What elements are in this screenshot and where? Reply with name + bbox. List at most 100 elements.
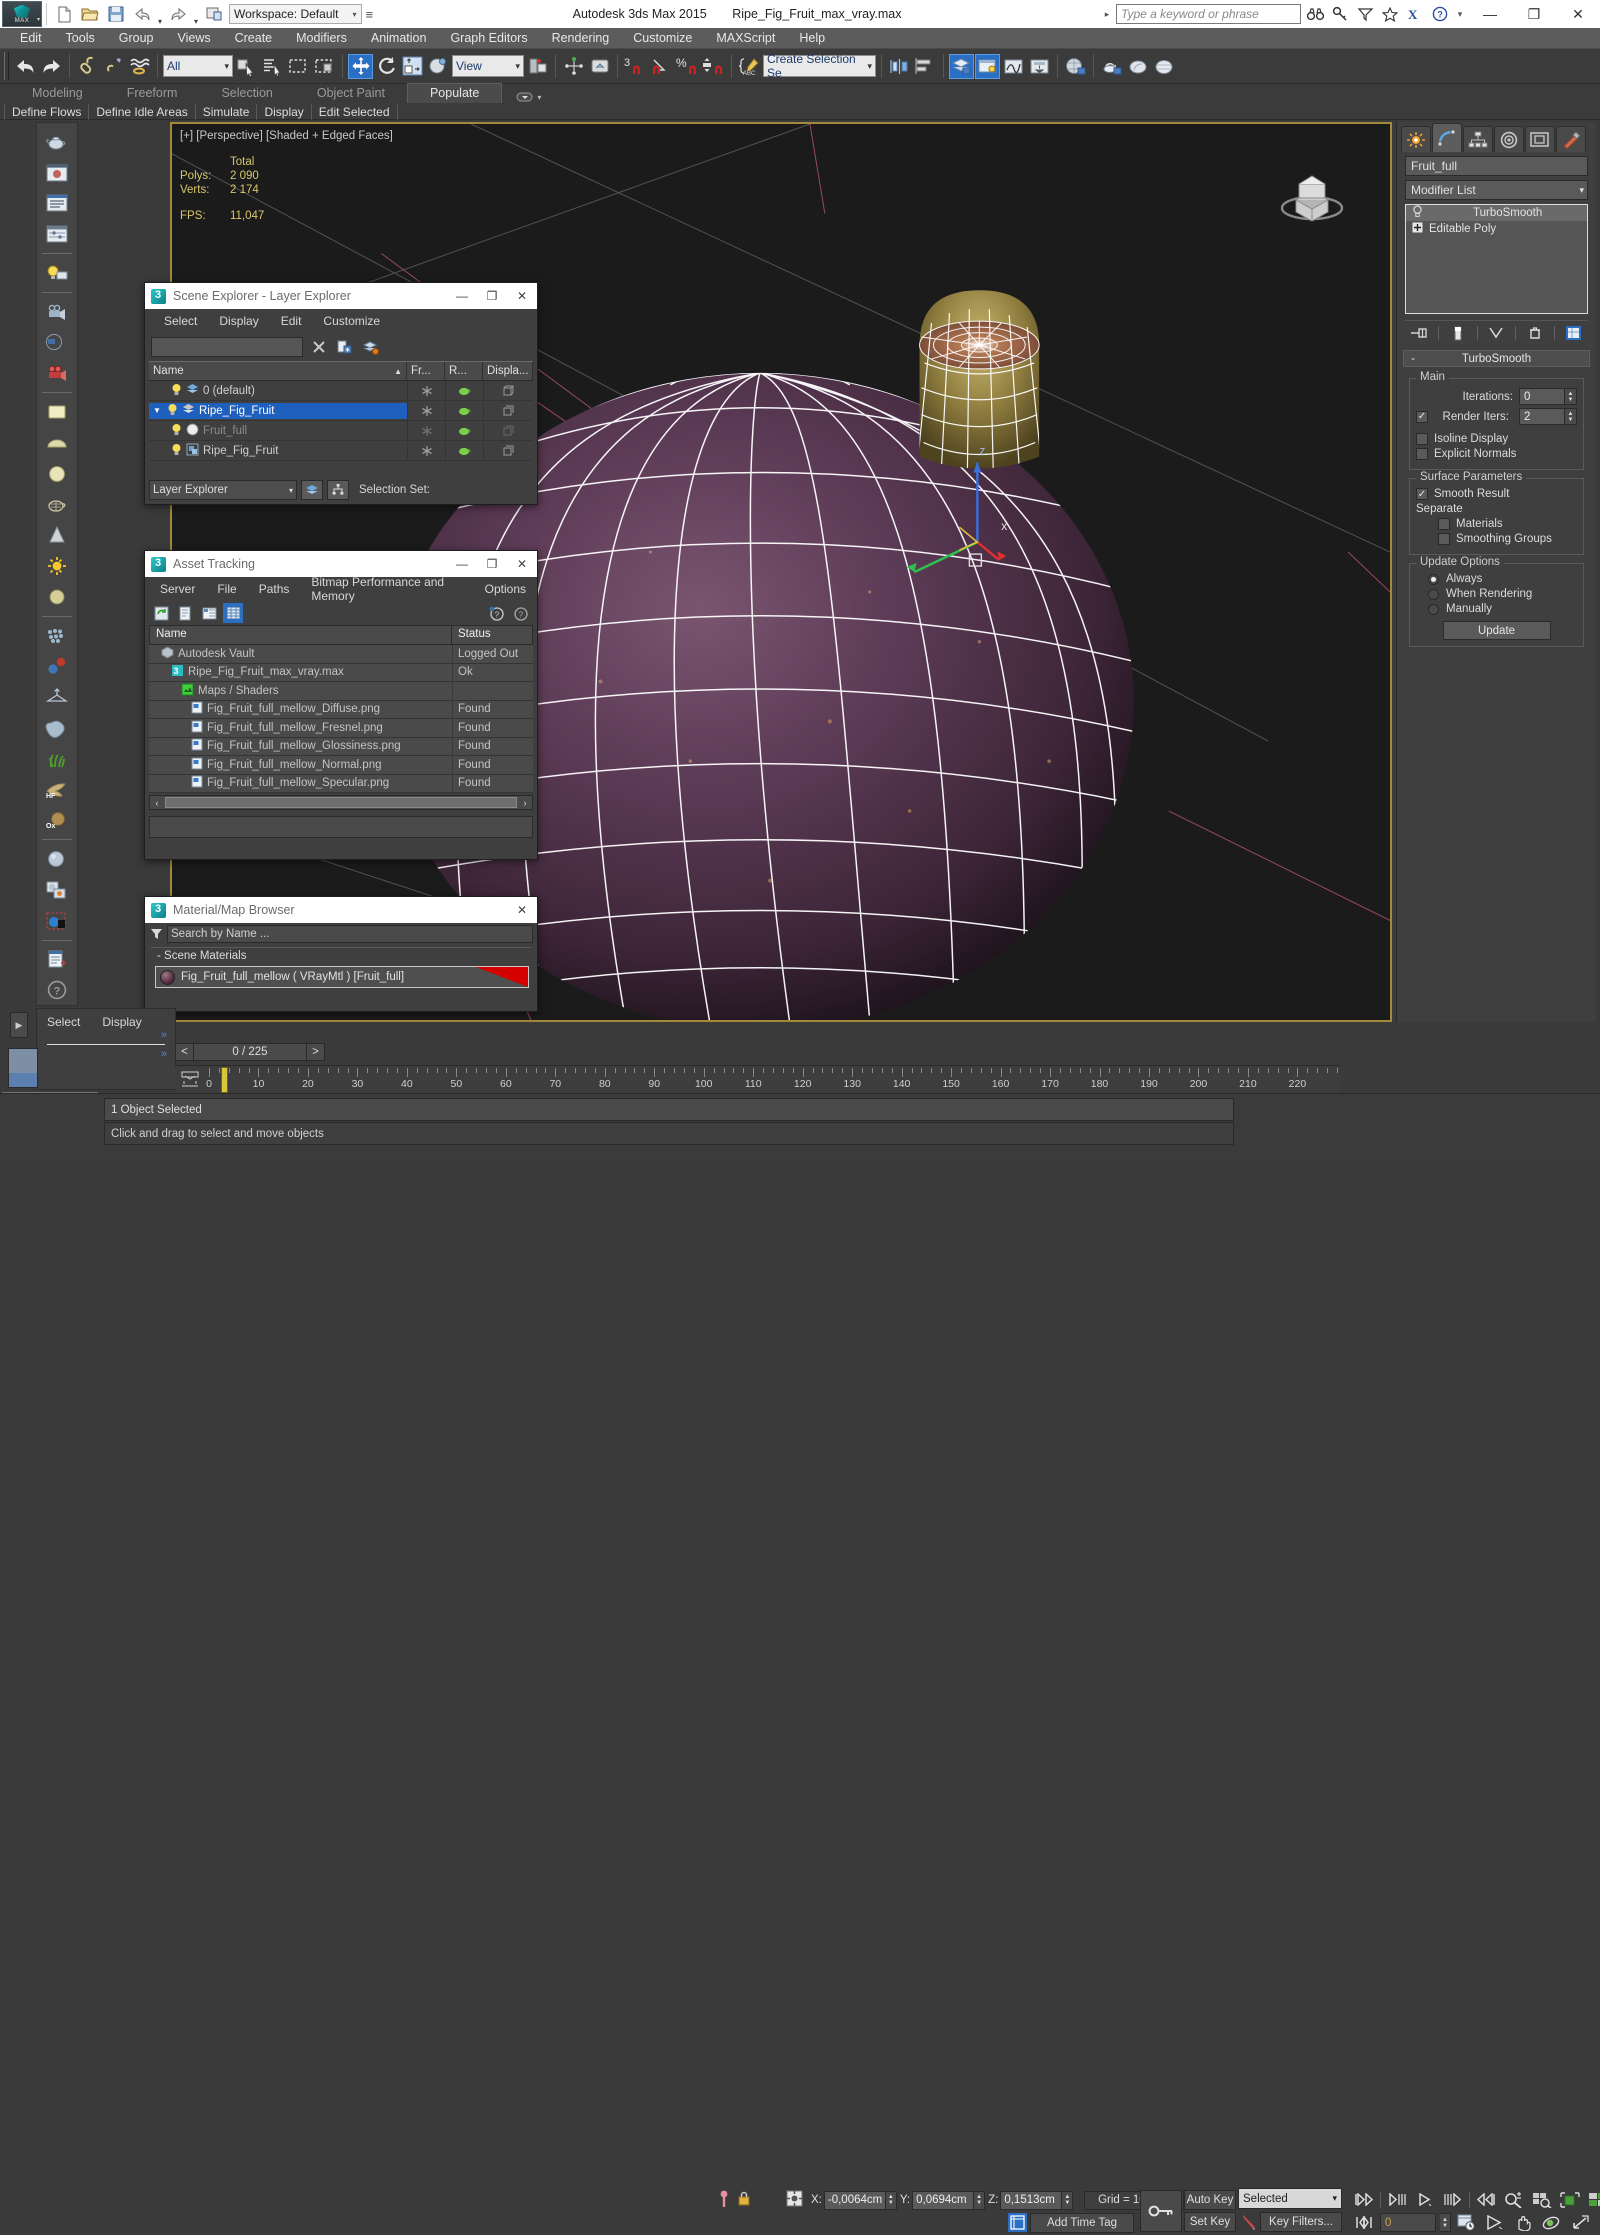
collapse-icon[interactable]: - [1404,353,1422,365]
material-search-input[interactable]: Search by Name ... [167,925,533,943]
column-render[interactable]: R... [445,362,483,380]
edit-selected-button[interactable]: Edit Selected [312,103,398,120]
curve-editor-icon[interactable] [1001,54,1026,79]
layer-explorer-icon[interactable] [949,53,974,79]
x-coordinate-field[interactable]: X: -0,0064cm ▲ ▼ [811,2190,897,2210]
time-configuration-icon[interactable] [1455,2213,1479,2232]
save-file-icon[interactable] [103,2,129,26]
mirror-icon[interactable] [887,54,912,79]
noise-blob-icon[interactable] [42,713,72,743]
key-mode-toggle-icon[interactable] [1352,2213,1376,2232]
timeline-ruler[interactable]: 0 10 20 30 40 50 60 70 80 90 100 110 120 130 140 150 160… [206,1066,1340,1094]
set-key-mode-toggle[interactable] [1140,2190,1182,2232]
maxscript-mini-listener[interactable] [8,1048,38,1088]
at-menu-bitmap-performance[interactable]: Bitmap Performance and Memory [300,575,473,603]
modifier-list-combo[interactable]: Modifier List ▾ [1405,180,1588,200]
at-menu-paths[interactable]: Paths [248,582,301,596]
render-cell[interactable] [445,400,483,421]
define-idle-areas-button[interactable]: Define Idle Areas [89,103,196,120]
maximize-viewport-toggle-icon[interactable] [1567,2213,1591,2232]
plane-primitive-icon[interactable] [42,397,72,427]
display-button[interactable]: Display [257,103,312,120]
y-value[interactable]: 0,0694cm [912,2190,975,2210]
sun-light-icon[interactable] [42,551,72,581]
asset-row-glossiness[interactable]: Fig_Fruit_full_mellow_Glossiness.png Fou… [149,737,533,756]
frame-navigation[interactable]: < 0 / 225 > [175,1043,325,1061]
camera-match-icon[interactable] [42,328,72,358]
material-map-browser-dialog[interactable]: Material/Map Browser ✕ Search by Name ..… [144,896,538,1012]
particle-array-icon[interactable] [42,621,72,651]
angle-snap-toggle-icon[interactable] [649,54,674,79]
new-file-icon[interactable] [51,2,77,26]
undo-scene-icon[interactable] [13,54,38,79]
display-cell[interactable] [483,380,533,401]
refresh-icon[interactable] [151,603,171,623]
sub-menu-select[interactable]: Select [47,1015,80,1029]
asset-tracking-close[interactable]: ✕ [507,552,537,576]
se-menu-edit[interactable]: Edit [270,314,313,328]
freeze-cell[interactable] [407,400,445,421]
freeze-cell[interactable] [407,380,445,401]
prev-frame-button[interactable]: < [176,1044,194,1060]
define-flows-button[interactable]: Define Flows [4,103,90,120]
list-view-icon[interactable] [175,603,195,623]
render-production-icon[interactable] [1151,54,1176,79]
smooth-result-row[interactable]: ✓ Smooth Result [1416,488,1577,500]
bind-to-space-warp-icon[interactable] [127,54,152,79]
freeze-cell[interactable] [407,420,445,441]
snap-3-toggle-icon[interactable]: 3 [623,54,648,79]
update-manually-radio[interactable] [1428,603,1439,615]
explicit-normals-row[interactable]: Explicit Normals [1416,448,1577,460]
configure-sets-icon[interactable] [1563,324,1585,342]
render-preview-icon[interactable] [42,158,72,188]
column-display[interactable]: Displa... [483,362,533,380]
lightbulb-icon[interactable] [171,383,182,399]
tree-view-icon[interactable] [199,603,219,623]
display-cell[interactable] [483,400,533,421]
column-freeze[interactable]: Fr... [407,362,445,380]
tab-display[interactable] [1525,126,1555,152]
add-time-tag-button[interactable]: Add Time Tag [1030,2213,1134,2233]
workspace-selector[interactable]: Workspace: Default ▾ [229,4,362,24]
close-button[interactable]: ✕ [1556,1,1600,27]
spinner-arrows[interactable]: ▲ ▼ [1565,388,1577,405]
go-to-end-icon[interactable] [1474,2190,1498,2209]
asset-row-fresnel[interactable]: Fig_Fruit_full_mellow_Fresnel.png Found [149,719,533,738]
lightbulb-icon[interactable] [1412,205,1423,221]
update-always-row[interactable]: Always [1416,573,1577,585]
smooth-result-checkbox[interactable]: ✓ [1416,488,1428,500]
redo-scene-icon[interactable] [39,54,64,79]
se-menu-customize[interactable]: Customize [312,314,391,328]
select-and-manipulate-icon[interactable] [561,54,586,79]
scene-explorer-row-default[interactable]: 0 (default) [149,380,533,401]
physical-camera-icon[interactable] [42,358,72,388]
modifier-stack-item-editable-poly[interactable]: Editable Poly [1406,221,1587,237]
expand-collapse-icon[interactable]: ▼ [153,406,163,415]
scene-materials-group[interactable]: - Scene Materials [151,948,531,964]
view-cube[interactable] [1274,156,1350,224]
menu-item-graph-editors[interactable]: Graph Editors [438,28,539,49]
spinner-arrows[interactable]: ▲ ▼ [1565,408,1577,425]
favorites-star-icon[interactable] [1379,3,1401,25]
scene-explorer-dialog[interactable]: Scene Explorer - Layer Explorer — ❐ ✕ Se… [144,282,538,505]
expand-panel-button[interactable]: ▶ [10,1012,28,1038]
light-lister-icon[interactable] [42,258,72,288]
lock-selection-icon[interactable] [737,2191,751,2210]
exchange-app-store-icon[interactable]: X [1404,3,1426,25]
scene-list-icon[interactable] [42,189,72,219]
x-value[interactable]: -0,0064cm [823,2190,886,2210]
menu-item-help[interactable]: Help [787,28,837,49]
x-spinner[interactable]: ▲ ▼ [885,2190,897,2210]
menu-item-edit[interactable]: Edit [8,28,54,49]
smoothing-groups-row[interactable]: Smoothing Groups [1416,533,1577,545]
teapot-create-icon[interactable] [42,127,72,157]
use-pivot-point-center-icon[interactable] [525,54,550,79]
communication-center-icon[interactable] [1354,3,1376,25]
scene-explorer-row-fruit-full[interactable]: Fruit_full [149,420,533,441]
scene-explorer-icon[interactable] [975,53,1000,79]
ribbon-tab-selection[interactable]: Selection [199,84,294,103]
key-icon[interactable] [1329,3,1351,25]
project-folder-icon[interactable] [201,2,227,26]
new-layer-icon[interactable] [335,337,355,357]
select-and-link-icon[interactable] [75,54,100,79]
